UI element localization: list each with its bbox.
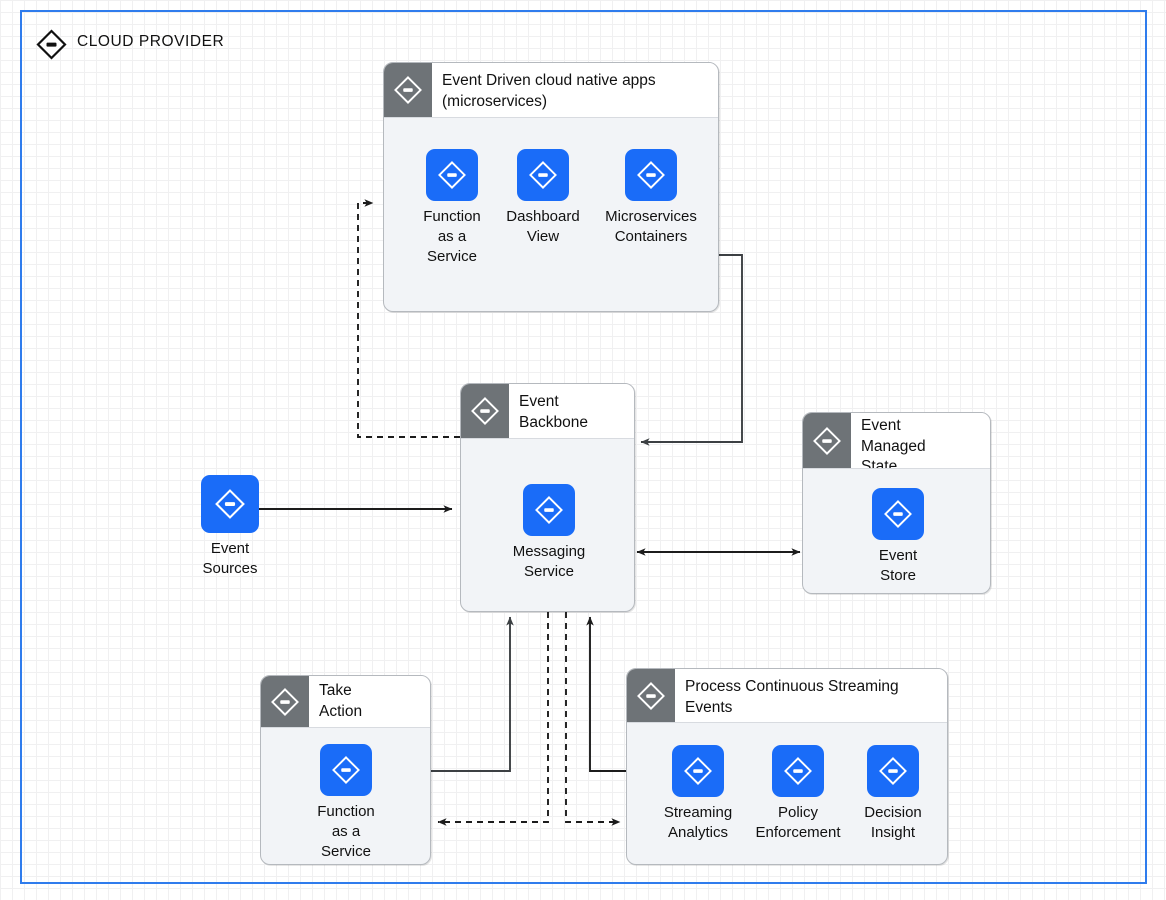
tile-microservices-containers[interactable]: Microservices Containers [592,149,710,247]
cloud-provider-title: CLOUD PROVIDER [77,33,225,50]
tile-icon [320,744,372,796]
diamond-dash-icon [627,669,675,722]
group-microservices-title: Event Driven cloud native apps (microser… [442,72,656,110]
tile-icon [201,475,259,533]
group-process-streaming-title: Process Continuous Streaming Events [685,678,899,716]
tile-label: Function as a Service [317,803,375,860]
tile-label: Function as a Service [423,208,481,265]
tile-function-as-a-service[interactable]: Function as a Service [296,744,396,862]
diamond-dash-icon [384,63,432,117]
group-microservices[interactable]: Event Driven cloud native apps (microser… [383,62,719,312]
group-process-streaming-header: Process Continuous Streaming Events [627,669,947,723]
tile-label: Policy Enforcement [755,804,841,841]
group-process-streaming[interactable]: Process Continuous Streaming Events Stre… [626,668,948,865]
tile-label: Streaming Analytics [663,804,733,841]
tile-icon [625,149,677,201]
group-event-backbone-header: Event Backbone [461,384,634,439]
tile-label: Event Store [878,547,918,584]
tile-event-store[interactable]: Event Store [848,488,948,586]
group-event-backbone[interactable]: Event Backbone Messaging Service [460,383,635,612]
tile-label: Decision Insight [864,804,922,841]
tile-icon [523,484,575,536]
group-take-action[interactable]: Take Action Function as a Service [260,675,431,865]
group-event-managed-state-title: Event Managed State [861,417,926,469]
diagram-canvas: CLOUD PROVIDER Event Driven cloud native… [0,0,1166,900]
group-event-managed-state[interactable]: Event Managed State Event Store [802,412,991,594]
tile-label: Event Sources [202,540,258,577]
diamond-dash-icon [803,413,851,468]
tile-icon [867,745,919,797]
tile-icon [872,488,924,540]
node-event-sources[interactable]: Event Sources [181,475,279,579]
cloud-provider-icon [36,29,67,60]
tile-function-as-a-service[interactable]: Function as a Service [413,149,491,267]
tile-decision-insight[interactable]: Decision Insight [849,745,937,843]
tile-policy-enforcement[interactable]: Policy Enforcement [743,745,853,843]
group-take-action-header: Take Action [261,676,430,728]
tile-messaging-service[interactable]: Messaging Service [499,484,599,582]
diamond-dash-icon [261,676,309,727]
tile-label: Dashboard View [506,208,580,245]
group-event-backbone-title: Event Backbone [519,393,588,431]
tile-label: Microservices Containers [605,208,697,245]
group-take-action-title: Take Action [319,682,363,720]
tile-label: Messaging Service [512,543,586,580]
tile-dashboard-view[interactable]: Dashboard View [495,149,591,247]
group-microservices-header: Event Driven cloud native apps (microser… [384,63,718,118]
tile-icon [672,745,724,797]
tile-streaming-analytics[interactable]: Streaming Analytics [653,745,743,843]
diamond-dash-icon [461,384,509,438]
tile-icon [772,745,824,797]
tile-icon [517,149,569,201]
tile-icon [426,149,478,201]
group-event-managed-state-header: Event Managed State [803,413,990,469]
